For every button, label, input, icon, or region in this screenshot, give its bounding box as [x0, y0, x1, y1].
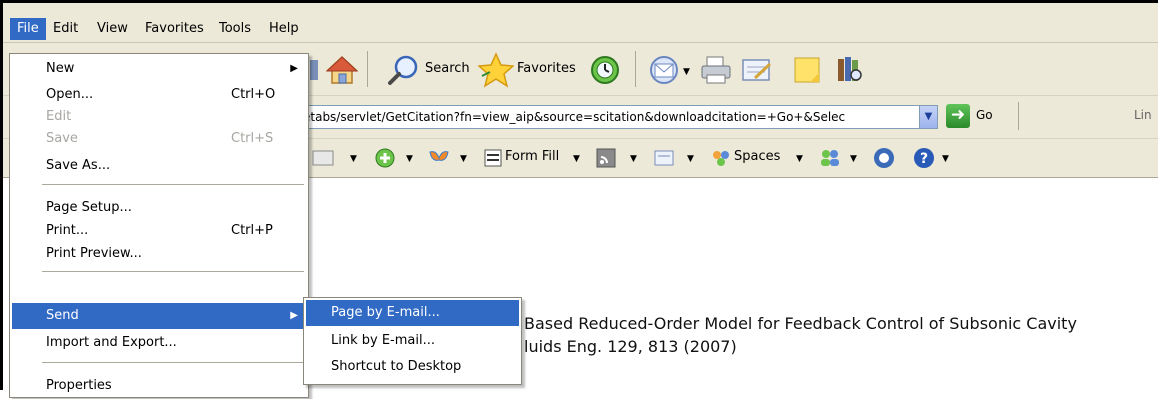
dropdown-arrow-icon[interactable]: ▼: [350, 154, 357, 164]
menu-item-label: Save As...: [46, 158, 111, 173]
dropdown-arrow-icon[interactable]: ▼: [942, 154, 949, 164]
spaces-label[interactable]: Spaces: [734, 149, 780, 164]
menu-item-send[interactable]: Send ▶: [12, 303, 306, 329]
menu-item-label: Save: [46, 131, 78, 146]
menu-item-save-as[interactable]: Save As...: [12, 153, 306, 179]
address-input[interactable]: etabs/servlet/GetCitation?fn=view_aip&so…: [300, 105, 920, 129]
menu-item-import-export[interactable]: Import and Export...: [12, 330, 306, 356]
toolbar-separator: [635, 51, 636, 87]
menu-favorites[interactable]: Favorites: [138, 18, 211, 40]
shortcut-label: Ctrl+S: [231, 131, 274, 146]
dropdown-arrow-icon[interactable]: ▼: [460, 154, 467, 164]
menu-item-print-preview[interactable]: Print Preview...: [12, 241, 306, 267]
help-icon[interactable]: ?: [912, 146, 936, 170]
rss-feed-icon[interactable]: [594, 147, 618, 169]
send-submenu: Page by E-mail... Link by E-mail... Shor…: [303, 297, 522, 385]
add-plus-icon[interactable]: [373, 147, 397, 169]
dropdown-arrow-icon[interactable]: ▼: [687, 154, 694, 164]
menu-item-label: Properties: [46, 378, 112, 393]
menu-edit[interactable]: Edit: [46, 18, 85, 40]
dropdown-arrow-icon[interactable]: ▼: [630, 154, 637, 164]
menu-help[interactable]: Help: [262, 18, 306, 40]
go-button[interactable]: Go: [976, 108, 993, 122]
mail-small-icon[interactable]: [652, 148, 676, 168]
svg-text:?: ?: [920, 151, 928, 167]
submenu-arrow-icon: ▶: [290, 310, 298, 321]
stop-icon-partial[interactable]: [310, 55, 320, 85]
dropdown-arrow-icon[interactable]: ▼: [796, 154, 803, 164]
history-icon[interactable]: [588, 53, 622, 87]
menu-bar: File Edit View Favorites Tools Help: [0, 0, 1158, 43]
search-label[interactable]: Search: [425, 61, 470, 76]
submenu-item-shortcut-to-desktop[interactable]: Shortcut to Desktop: [306, 354, 519, 380]
menu-item-save: Save Ctrl+S: [12, 126, 306, 152]
address-dropdown-button[interactable]: ▼: [919, 105, 938, 129]
links-label[interactable]: Lin: [1134, 108, 1152, 122]
contacts-icon[interactable]: [818, 147, 842, 169]
search-icon[interactable]: [386, 53, 420, 87]
menu-item-label: Import and Export...: [46, 335, 177, 350]
menu-item-properties[interactable]: Properties: [12, 373, 306, 399]
menu-item-label: Page by E-mail...: [331, 305, 440, 320]
menu-separator: [42, 362, 304, 363]
toolbar-button-icon[interactable]: [310, 148, 336, 168]
favorites-star-icon[interactable]: [477, 51, 515, 89]
toolbar-separator: [367, 51, 368, 87]
print-icon[interactable]: [698, 53, 734, 87]
messenger-icon[interactable]: [872, 146, 896, 170]
messenger-butterfly-icon[interactable]: [427, 147, 451, 169]
menu-tools[interactable]: Tools: [212, 18, 258, 40]
menu-file[interactable]: File: [10, 18, 46, 40]
menu-view[interactable]: View: [90, 18, 135, 40]
go-arrow-icon[interactable]: ➜: [946, 104, 970, 128]
dropdown-arrow-icon[interactable]: ▼: [573, 154, 580, 164]
submenu-arrow-icon: ▶: [290, 63, 298, 74]
spaces-icon[interactable]: [710, 147, 732, 169]
menu-item-label: Shortcut to Desktop: [331, 359, 462, 374]
menu-item-label: Print Preview...: [46, 246, 142, 261]
window-top-border: [0, 0, 1158, 3]
window-left-border: [0, 0, 3, 42]
research-icon[interactable]: [833, 53, 867, 85]
mail-icon[interactable]: [647, 53, 681, 87]
form-fill-icon[interactable]: [482, 148, 504, 168]
submenu-item-page-by-email[interactable]: Page by E-mail...: [306, 300, 519, 326]
menu-item-label: Send: [46, 308, 79, 323]
favorites-label[interactable]: Favorites: [517, 61, 576, 76]
menu-item-new[interactable]: New ▶: [12, 56, 306, 82]
submenu-item-link-by-email[interactable]: Link by E-mail...: [306, 328, 519, 354]
file-menu: New ▶ Open... Ctrl+O Edit Save Ctrl+S Sa…: [9, 53, 309, 398]
dropdown-arrow-icon[interactable]: ▼: [850, 154, 857, 164]
edit-icon[interactable]: [740, 55, 774, 85]
notes-icon[interactable]: [790, 55, 824, 85]
mail-dropdown-arrow-icon[interactable]: ▼: [683, 67, 690, 77]
window-left-border: [0, 42, 3, 390]
citation-line-1: Based Reduced-Order Model for Feedback C…: [524, 314, 1077, 333]
citation-line-2: luids Eng. 129, 813 (2007): [524, 337, 737, 356]
menu-separator: [42, 184, 304, 185]
form-fill-label[interactable]: Form Fill: [505, 149, 559, 164]
menu-item-label: New: [46, 61, 75, 76]
menu-item-label: Link by E-mail...: [331, 333, 435, 348]
toolbar-separator: [1018, 102, 1019, 130]
dropdown-arrow-icon[interactable]: ▼: [406, 154, 413, 164]
home-icon[interactable]: [324, 53, 360, 87]
menu-separator: [42, 271, 304, 272]
